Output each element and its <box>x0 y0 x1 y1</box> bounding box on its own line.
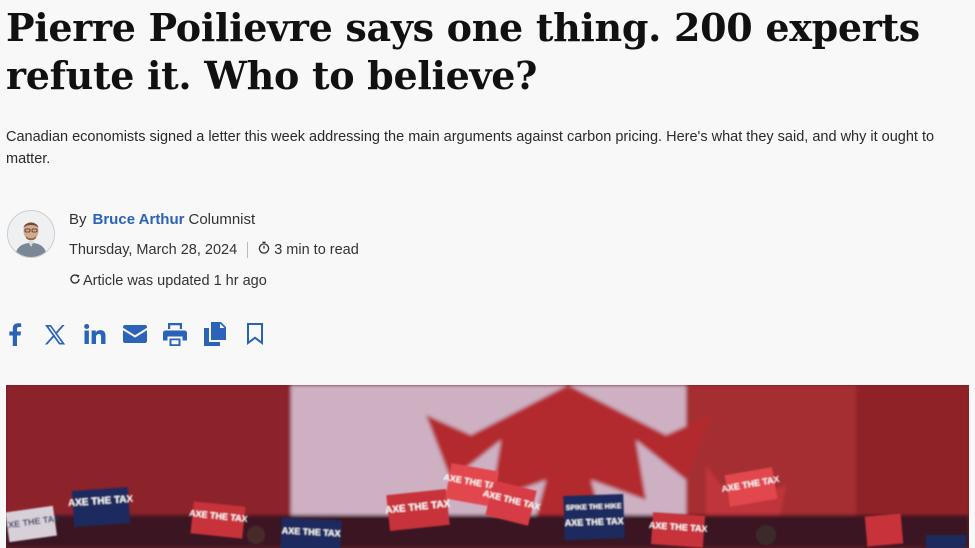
article-deck: Canadian economists signed a letter this… <box>6 129 935 167</box>
author-link[interactable]: Bruce Arthur <box>93 211 185 228</box>
copy-icon[interactable] <box>203 322 227 346</box>
author-avatar[interactable] <box>7 210 55 258</box>
x-icon[interactable] <box>43 322 67 346</box>
bookmark-icon[interactable] <box>243 322 267 346</box>
email-icon[interactable] <box>123 322 147 346</box>
dateline-divider <box>247 242 249 258</box>
updated-text: Article was updated 1 hr ago <box>83 273 267 289</box>
author-role: Columnist <box>188 211 256 228</box>
dateline: Thursday, March 28, 2024 3 min to read <box>69 240 359 260</box>
sign-text: AXE THE TAX <box>565 516 624 528</box>
read-time: 3 min to read <box>274 242 359 258</box>
article-headline: Pierre Poilievre says one thing. 200 exp… <box>6 5 920 98</box>
stopwatch-icon <box>258 240 270 260</box>
author-photo <box>8 211 54 257</box>
update-notice: Article was updated 1 hr ago <box>69 271 267 291</box>
byline-prefix: By <box>69 211 87 228</box>
print-icon[interactable] <box>163 322 187 346</box>
rally-photo: AXE THE TAX AXE THE TAX AXE THE TAX AXE … <box>6 385 969 548</box>
byline: By Bruce Arthur Columnist <box>69 210 255 230</box>
publish-date: Thursday, March 28, 2024 <box>69 242 238 258</box>
refresh-icon <box>69 271 81 291</box>
share-toolbar <box>3 322 283 346</box>
hero-image[interactable]: AXE THE TAX AXE THE TAX AXE THE TAX AXE … <box>6 385 969 548</box>
linkedin-icon[interactable] <box>83 322 107 346</box>
facebook-icon[interactable] <box>3 322 27 346</box>
